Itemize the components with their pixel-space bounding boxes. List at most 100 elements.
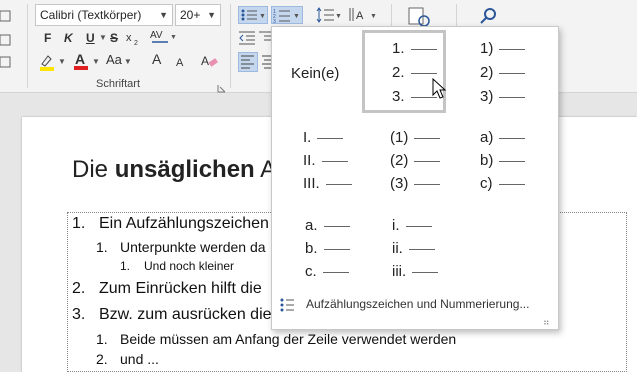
change-case-button[interactable]: Aa ▼ [106,51,132,71]
list-item[interactable]: 1. Beide müssen am Anfang der Zeile verwe… [96,331,456,347]
placeholder-line [323,225,350,227]
align-left-icon[interactable] [238,52,258,72]
numbering-option-roman-lower[interactable]: i. ii. iii. [392,217,452,287]
highlight-dropdown-icon[interactable]: ▼ [58,53,66,71]
underline-button[interactable]: U [86,29,95,47]
format-item: b) [480,152,494,169]
svg-text:AV: AV [150,30,163,41]
highlight-color-icon[interactable] [38,52,60,72]
font-size-select[interactable]: 20+ ▼ [175,4,221,26]
italic-button[interactable]: K [64,29,73,47]
list-text: Und noch kleiner [144,259,235,273]
format-item: ii. [392,240,403,257]
shrink-font-button[interactable]: A [176,54,183,72]
list-text: Unterpunkte werden da [120,239,266,255]
list-item[interactable]: 1. Ein Aufzählungszeichen [72,215,269,233]
list-number: 2. [96,351,108,367]
list-item[interactable]: 1. Unterpunkte werden da [96,239,266,255]
bold-button[interactable]: F [44,29,51,47]
placeholder-line [405,225,432,227]
strikethrough-button[interactable]: S [110,29,118,47]
sort-icon[interactable]: A ▼ [348,6,378,24]
numbering-icon[interactable]: 1 2 3 ▼ [271,6,303,25]
line-spacing-icon[interactable]: ▼ [316,6,342,24]
svg-text:A: A [201,54,209,68]
list-item[interactable]: 2. und ... [96,351,159,367]
dialog-launcher-icon[interactable] [217,80,226,93]
placeholder-line [499,160,526,162]
numbering-option-roman[interactable]: I. II. III. [303,129,363,199]
list-text: Bzw. zum ausrücken die [99,306,272,323]
placeholder-line [322,271,349,273]
placeholder-line [498,183,525,185]
clear-formatting-icon[interactable]: A [200,52,218,70]
font-color-icon[interactable]: A [72,51,92,71]
styles-icon[interactable] [407,6,431,28]
placeholder-line [325,183,352,185]
list-number: 1. [72,215,86,232]
format-item: 1. [392,40,405,57]
character-spacing-icon[interactable]: AV ▼ [150,28,177,46]
svg-text:▼: ▼ [293,13,300,20]
format-item: a) [480,129,494,146]
numbering-option-paren-decimal[interactable]: 1) 2) 3) [480,40,540,110]
list-item[interactable]: 2. Zum Einrücken hilft die [72,280,262,298]
format-item: a. [305,217,318,234]
subscript-icon[interactable]: x2 [126,30,142,47]
increase-indent-icon[interactable] [258,30,272,46]
numbering-none-option[interactable]: Kein(e) [291,65,339,82]
define-numbering-option[interactable]: Aufzählungszeichen und Nummerierung... [276,293,552,317]
svg-text:▼: ▼ [370,13,377,20]
font-size-value: 20+ [180,8,201,22]
format-item: iii. [392,263,407,280]
list-number: 1. [96,331,108,347]
resize-grip-icon[interactable]: ⠶ [543,317,633,370]
format-item: (3) [390,175,409,192]
svg-text:x: x [126,32,132,44]
svg-text:A: A [75,51,85,67]
document-title[interactable]: Die unsäglichen A [72,156,276,184]
title-normal: Die [72,156,115,183]
numbering-option-alpha-paren[interactable]: a) b) c) [480,129,540,199]
placeholder-line [499,137,526,139]
placeholder-line [499,96,526,98]
placeholder-line [408,248,435,250]
format-item: c. [305,263,317,280]
list-text: Zum Einrücken hilft die [99,280,262,297]
change-case-label: Aa [106,52,122,67]
list-number: 3. [72,306,86,323]
placeholder-line [323,248,350,250]
format-item: 1) [480,40,494,57]
search-icon[interactable] [478,6,500,28]
format-item: I. [303,129,312,146]
decrease-indent-icon[interactable] [238,30,256,46]
mouse-cursor-icon [432,77,448,100]
font-name-select[interactable]: Calibri (Textkörper) ▼ [35,4,173,26]
ribbon-separator [230,4,231,88]
define-numbering-label: Aufzählungszeichen und Nummerierung... [306,297,530,311]
svg-text:A: A [356,10,364,22]
left-partial-icon-3[interactable] [0,54,14,70]
list-text: und ... [120,351,159,367]
list-item[interactable]: 3. Bzw. zum ausrücken die [72,306,272,324]
format-item: 2. [392,64,405,81]
underline-dropdown-icon[interactable]: ▼ [99,29,107,47]
ribbon-separator [27,4,28,88]
list-item[interactable]: 1. Und noch kleiner [120,259,234,273]
font-color-dropdown-icon[interactable]: ▼ [92,53,100,71]
grow-font-button[interactable]: A [152,50,161,68]
bullets-icon[interactable]: ▼ [238,6,268,24]
placeholder-line [414,137,441,139]
placeholder-line [317,137,344,139]
left-partial-icon-2[interactable] [0,32,14,48]
svg-text:3: 3 [273,19,276,23]
numbering-option-alpha-dot[interactable]: a. b. c. [305,217,365,287]
left-partial-icon[interactable] [0,8,14,24]
placeholder-line [499,72,526,74]
format-item: III. [303,175,320,192]
format-item: b. [305,240,318,257]
list-text: Ein Aufzählungszeichen [99,215,269,232]
list-number: 1. [96,239,108,255]
format-item: (1) [390,129,409,146]
numbering-option-enclosed[interactable]: (1) (2) (3) [390,129,452,199]
